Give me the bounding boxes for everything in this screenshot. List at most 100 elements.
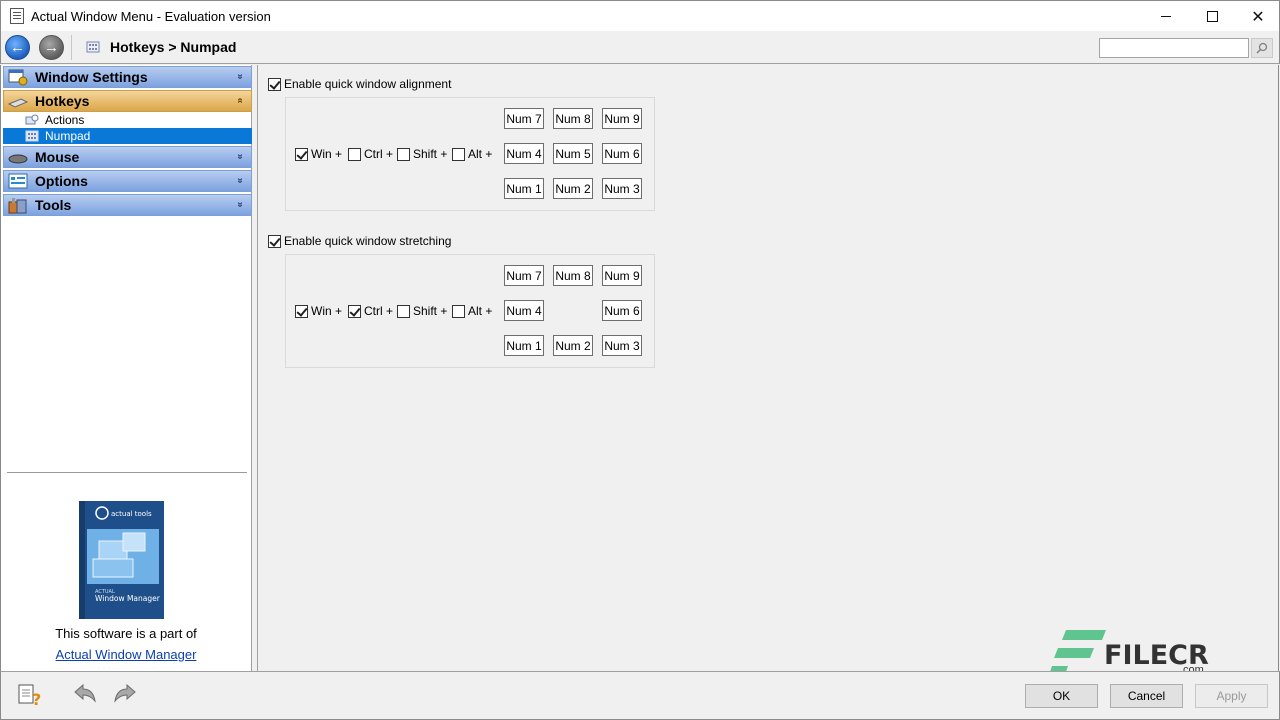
stretching-key-num7[interactable]: Num 7 xyxy=(504,265,544,286)
checkbox-label: Ctrl + xyxy=(364,147,394,161)
product-box-name: Window Manager xyxy=(95,594,161,603)
sidebar-group-label: Mouse xyxy=(35,149,80,165)
checkbox-label: Ctrl + xyxy=(364,304,394,318)
checkbox-label: Alt + xyxy=(468,147,493,161)
stretching-key-num4[interactable]: Num 4 xyxy=(504,300,544,321)
maximize-button[interactable] xyxy=(1189,1,1235,32)
alignment-win-checkbox[interactable]: Win + xyxy=(295,147,342,161)
search-icon xyxy=(1256,42,1268,54)
undo-icon[interactable] xyxy=(71,683,99,707)
cancel-button[interactable]: Cancel xyxy=(1110,684,1183,708)
bottom-bar: ? OK Cancel Apply xyxy=(0,671,1280,720)
part-of-text: This software is a part of xyxy=(55,626,197,641)
actions-icon xyxy=(25,114,39,125)
product-box-image: actual tools ACTUAL Window Manager xyxy=(79,501,164,619)
stretching-key-num3[interactable]: Num 3 xyxy=(602,335,642,356)
nav-separator xyxy=(71,35,72,60)
tools-icon xyxy=(8,198,27,214)
alignment-key-num6[interactable]: Num 6 xyxy=(602,143,642,164)
product-box-brand: actual tools xyxy=(111,510,152,518)
redo-icon[interactable] xyxy=(111,683,139,707)
arrow-right-icon: → xyxy=(44,39,59,56)
stretching-alt-checkbox[interactable]: Alt + xyxy=(452,304,492,318)
sidebar-group-options[interactable]: Options » xyxy=(3,170,252,192)
alignment-alt-checkbox[interactable]: Alt + xyxy=(452,147,492,161)
checkbox-box xyxy=(452,147,465,161)
chevron-down-icon: » xyxy=(234,201,246,208)
chevron-down-icon: » xyxy=(234,177,246,184)
stretching-key-num8[interactable]: Num 8 xyxy=(553,265,593,286)
close-button[interactable]: ✕ xyxy=(1235,1,1280,32)
search-input[interactable] xyxy=(1099,38,1249,58)
alignment-shift-checkbox[interactable]: Shift + xyxy=(397,147,447,161)
checkbox-box xyxy=(348,147,361,161)
sidebar-item-label: Numpad xyxy=(45,129,91,143)
stretching-win-checkbox[interactable]: Win + xyxy=(295,304,342,318)
sidebar-group-label: Tools xyxy=(35,197,72,213)
checkbox-box xyxy=(452,304,465,318)
checkbox-box xyxy=(348,304,361,318)
chevron-down-icon: » xyxy=(234,153,246,160)
checkbox-box xyxy=(295,304,308,318)
main-panel: Enable quick window alignment Win + Ctrl… xyxy=(258,65,1279,671)
stretching-key-num6[interactable]: Num 6 xyxy=(602,300,642,321)
numpad-icon xyxy=(86,41,100,53)
stretching-key-num9[interactable]: Num 9 xyxy=(602,265,642,286)
checkbox-label: Enable quick window alignment xyxy=(284,77,452,91)
navigation-bar: ← → Hotkeys > Numpad xyxy=(0,31,1280,64)
checkbox-box xyxy=(268,77,281,91)
sidebar-group-label: Window Settings xyxy=(35,69,148,85)
enable-alignment-checkbox[interactable]: Enable quick window alignment xyxy=(268,77,451,91)
mouse-icon xyxy=(8,154,28,164)
alignment-key-num3[interactable]: Num 3 xyxy=(602,178,642,199)
checkbox-box xyxy=(397,147,410,161)
window-settings-icon xyxy=(8,69,28,86)
minimize-button[interactable] xyxy=(1143,1,1189,32)
sidebar-item-numpad[interactable]: Numpad xyxy=(3,128,252,144)
breadcrumb: Hotkeys > Numpad xyxy=(110,39,237,55)
stretching-key-num2[interactable]: Num 2 xyxy=(553,335,593,356)
stretching-shift-checkbox[interactable]: Shift + xyxy=(397,304,447,318)
alignment-key-num7[interactable]: Num 7 xyxy=(504,108,544,129)
alignment-ctrl-checkbox[interactable]: Ctrl + xyxy=(348,147,393,161)
checkbox-box xyxy=(295,147,308,161)
alignment-key-num5[interactable]: Num 5 xyxy=(553,143,593,164)
product-link[interactable]: Actual Window Manager xyxy=(1,647,251,662)
checkbox-box xyxy=(397,304,410,318)
arrow-left-icon: ← xyxy=(10,39,25,56)
sidebar-group-mouse[interactable]: Mouse » xyxy=(3,146,252,168)
window-title: Actual Window Menu - Evaluation version xyxy=(31,9,271,24)
checkbox-label: Win + xyxy=(311,304,343,318)
numpad-icon xyxy=(25,130,39,142)
help-icon[interactable]: ? xyxy=(17,683,45,707)
alignment-key-num8[interactable]: Num 8 xyxy=(553,108,593,129)
alignment-key-num9[interactable]: Num 9 xyxy=(602,108,642,129)
svg-text:?: ? xyxy=(32,690,41,707)
alignment-key-num2[interactable]: Num 2 xyxy=(553,178,593,199)
ok-button[interactable]: OK xyxy=(1025,684,1098,708)
sidebar-group-label: Options xyxy=(35,173,88,189)
stretching-ctrl-checkbox[interactable]: Ctrl + xyxy=(348,304,393,318)
sidebar-item-label: Actions xyxy=(45,113,85,127)
sidebar-divider xyxy=(7,472,247,473)
back-button[interactable]: ← xyxy=(5,35,30,60)
apply-button[interactable]: Apply xyxy=(1195,684,1268,708)
sidebar: Window Settings » Hotkeys « Actions Nump… xyxy=(0,65,252,671)
checkbox-label: Shift + xyxy=(413,304,448,318)
checkbox-label: Shift + xyxy=(413,147,448,161)
checkbox-box xyxy=(268,234,281,248)
keyboard-icon xyxy=(7,98,29,108)
sidebar-item-actions[interactable]: Actions xyxy=(3,112,252,128)
enable-stretching-checkbox[interactable]: Enable quick window stretching xyxy=(268,234,451,248)
app-icon xyxy=(10,8,24,24)
sidebar-group-label: Hotkeys xyxy=(35,93,90,109)
sidebar-group-window-settings[interactable]: Window Settings » xyxy=(3,66,252,88)
forward-button[interactable]: → xyxy=(39,35,64,60)
checkbox-label: Alt + xyxy=(468,304,493,318)
sidebar-group-tools[interactable]: Tools » xyxy=(3,194,252,216)
sidebar-group-hotkeys[interactable]: Hotkeys « xyxy=(3,90,252,112)
search-button[interactable] xyxy=(1251,38,1273,58)
alignment-key-num4[interactable]: Num 4 xyxy=(504,143,544,164)
stretching-key-num1[interactable]: Num 1 xyxy=(504,335,544,356)
alignment-key-num1[interactable]: Num 1 xyxy=(504,178,544,199)
